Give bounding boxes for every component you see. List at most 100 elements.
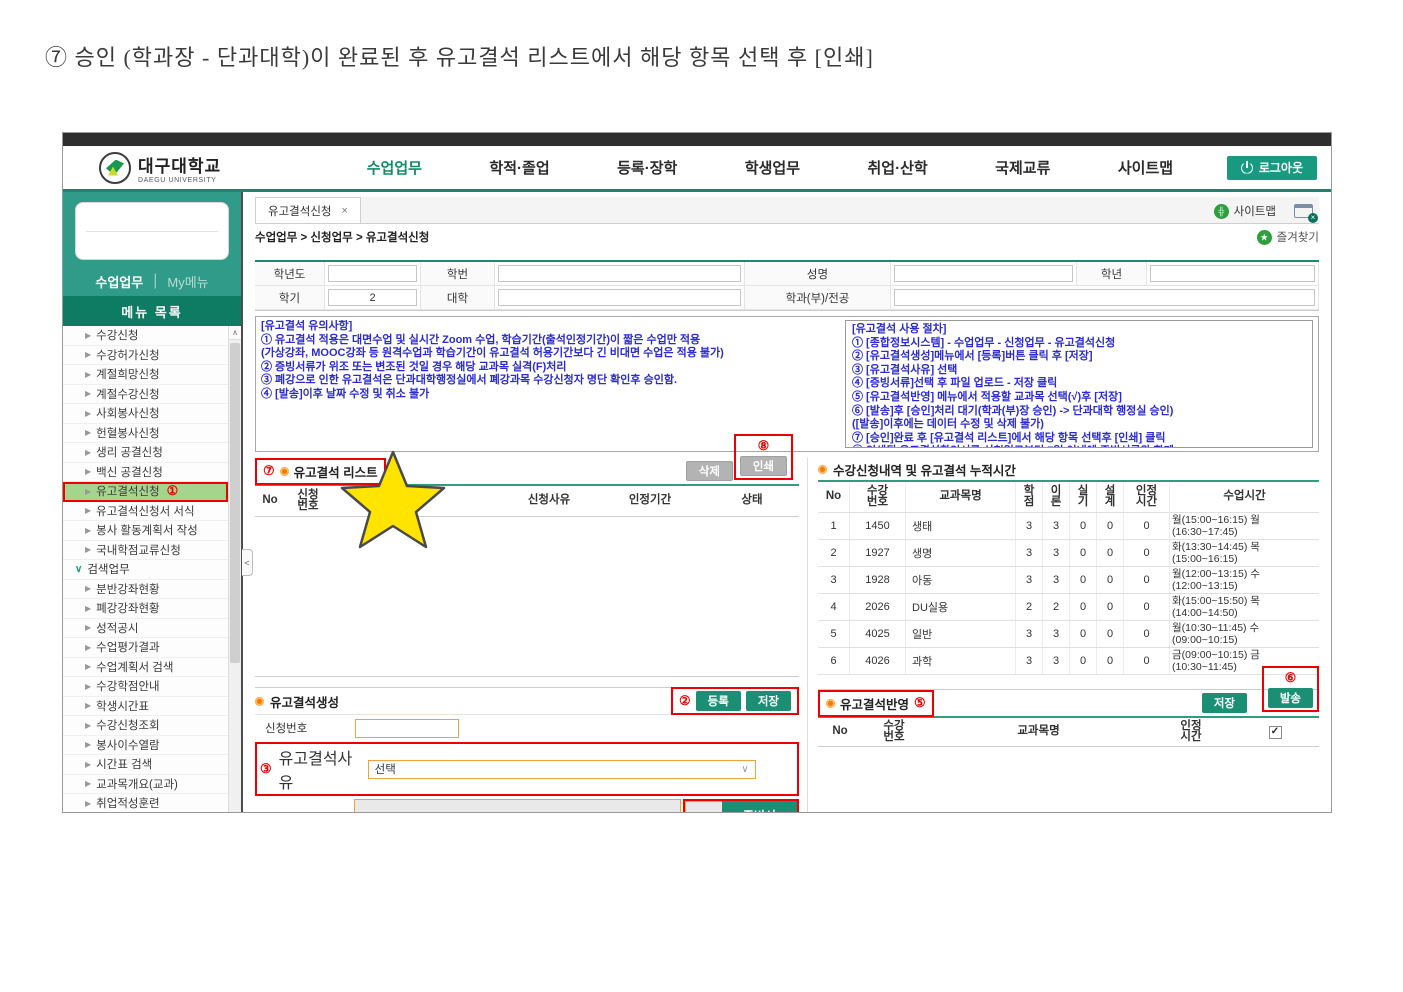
portal-window: 대구대학교 DAEGU UNIVERSITY 수업업무 학적·졸업 등록·장학 … bbox=[62, 132, 1332, 813]
sitemap-icon: ╬ bbox=[1214, 204, 1229, 219]
sidebar-tab-classwork[interactable]: 수업업무 bbox=[95, 272, 143, 291]
register-button[interactable]: 등록 bbox=[696, 691, 741, 711]
label-reason-type: 유고결석사유 bbox=[277, 745, 363, 793]
select-all-checkbox[interactable]: ✓ bbox=[1269, 726, 1282, 739]
student-info-form: 학년도 학번 성명 학년 학기 2 대학 학과(부)/전공 bbox=[255, 260, 1319, 311]
grade-input[interactable] bbox=[1150, 265, 1315, 282]
sidebar-item-course-registration[interactable]: ▶수강신청 bbox=[63, 326, 228, 346]
evidence-button[interactable]: 증빙서류 bbox=[722, 801, 797, 813]
label-name: 성명 bbox=[745, 262, 891, 286]
sidebar: 수업업무 | My메뉴 메뉴 목록 ▶수강신청 ▶수강허가신청 ▶계절희망신청 … bbox=[63, 192, 243, 813]
tab-close-icon[interactable]: × bbox=[341, 205, 347, 217]
nav-item-classwork[interactable]: 수업업무 bbox=[367, 157, 422, 178]
sidebar-item-menstrual-absence[interactable]: ▶생리 공결신청 bbox=[63, 443, 228, 463]
sidebar-item-division-lectures[interactable]: ▶분반강좌현황 bbox=[63, 580, 228, 600]
sidebar-item-registration-inquiry[interactable]: ▶수강신청조회 bbox=[63, 716, 228, 736]
name-input[interactable] bbox=[894, 265, 1073, 282]
sidebar-item-social-service[interactable]: ▶사회봉사신청 bbox=[63, 404, 228, 424]
sidebar-item-domestic-credit-exchange[interactable]: ▶국내학점교류신청 bbox=[63, 541, 228, 561]
close-all-windows-icon[interactable] bbox=[1294, 204, 1313, 218]
nav-item-registration[interactable]: 등록·장학 bbox=[617, 157, 677, 178]
sidebar-scrollbar[interactable]: ∧ bbox=[228, 326, 241, 813]
scroll-up-icon[interactable]: ∧ bbox=[229, 326, 241, 340]
apply-save-button[interactable]: 저장 bbox=[1202, 693, 1247, 713]
delete-button[interactable]: 삭제 bbox=[686, 461, 733, 481]
annotation-7: ⑦ bbox=[263, 463, 275, 479]
sidebar-item-vaccine-absence[interactable]: ▶백신 공결신청 bbox=[63, 463, 228, 483]
annotation-8: ⑧ bbox=[758, 438, 770, 454]
annotation-box-5: 유고결석반영 ⑤ bbox=[818, 690, 934, 717]
absence-list-table: No 신청 번호 신청사유 인정기간 상태 bbox=[255, 484, 799, 677]
top-navigation: 수업업무 학적·졸업 등록·장학 학생업무 취업·산학 국제교류 사이트맵 bbox=[293, 157, 1227, 178]
send-button[interactable]: 발송 bbox=[1268, 688, 1313, 708]
create-section-title: 유고결석생성 bbox=[270, 692, 339, 711]
reason-type-select[interactable]: 선택 ∨ bbox=[368, 760, 756, 779]
annotation-4: ④ bbox=[685, 801, 722, 813]
annotation-2: ② bbox=[679, 693, 691, 709]
label-semester: 학기 bbox=[255, 286, 325, 310]
sidebar-item-excused-absence-form[interactable]: ▶유고결석신청서 서식 bbox=[63, 502, 228, 522]
label-college: 대학 bbox=[421, 286, 495, 310]
sidebar-tab-mymenu[interactable]: My메뉴 bbox=[167, 272, 208, 291]
nav-item-student-affairs[interactable]: 학생업무 bbox=[745, 157, 800, 178]
absence-list-column: ⑦ 유고결석 리스트 삭제 ⑧ 인쇄 bbox=[255, 458, 807, 813]
sidebar-item-timetable-search[interactable]: ▶시간표 검색 bbox=[63, 755, 228, 775]
nav-item-career[interactable]: 취업·산학 bbox=[867, 157, 927, 178]
menu-list-header: 메뉴 목록 bbox=[63, 296, 241, 326]
enrollment-section-header: 수강신청내역 및 유고결석 누적시간 bbox=[818, 458, 1319, 480]
sidebar-item-seasonal-hope[interactable]: ▶계절희망신청 bbox=[63, 365, 228, 385]
sidebar-item-student-timetable[interactable]: ▶학생시간표 bbox=[63, 697, 228, 717]
favorite-link[interactable]: ★ 즐겨찾기 bbox=[1257, 229, 1319, 245]
sidebar-item-seasonal-registration[interactable]: ▶계절수강신청 bbox=[63, 385, 228, 405]
table-row: 11450생태33000월(15:00~16:15) 월(16:30~17:45… bbox=[818, 513, 1319, 540]
logo-subtitle: DAEGU UNIVERSITY bbox=[138, 177, 221, 184]
nav-item-international[interactable]: 국제교류 bbox=[995, 157, 1050, 178]
nav-item-records[interactable]: 학적·졸업 bbox=[489, 157, 549, 178]
sidebar-item-credit-guide[interactable]: ▶수강학점안내 bbox=[63, 677, 228, 697]
sidebar-item-career-training[interactable]: ▶취업적성훈련 bbox=[63, 794, 228, 813]
sidebar-item-course-overview[interactable]: ▶교과목개요(교과) bbox=[63, 775, 228, 795]
notice-precautions: [유고결석 유의사항] ① 유고결석 적용은 대면수업 및 실시간 Zoom 수… bbox=[261, 320, 839, 448]
table-row: 64026과학33000금(09:00~10:15) 금(10:30~11:45… bbox=[818, 648, 1319, 675]
sidebar-item-syllabus-search[interactable]: ▶수업계획서 검색 bbox=[63, 658, 228, 678]
sidebar-collapse-handle[interactable]: < bbox=[242, 549, 253, 576]
major-input[interactable] bbox=[894, 289, 1315, 306]
sidebar-section-search[interactable]: ∨검색업무 bbox=[63, 560, 228, 580]
section-bullet-icon bbox=[280, 467, 289, 476]
annotation-box-2: ② 등록 저장 bbox=[671, 687, 799, 715]
annotation-5: ⑤ bbox=[914, 695, 926, 711]
sidebar-item-excused-absence[interactable]: ▶유고결석신청① bbox=[63, 482, 228, 502]
enrollment-column: 수강신청내역 및 유고결석 누적시간 No 수강 번호 교과목명 학 점 이 론… bbox=[807, 458, 1319, 813]
college-input[interactable] bbox=[498, 289, 741, 306]
sidebar-item-course-permission[interactable]: ▶수강허가신청 bbox=[63, 346, 228, 366]
breadcrumb: 수업업무 > 신청업무 > 유고결석신청 bbox=[255, 229, 429, 245]
label-grade: 학년 bbox=[1077, 262, 1147, 286]
nav-item-sitemap[interactable]: 사이트맵 bbox=[1118, 157, 1173, 178]
annotation-box-6: ⑥ 발송 bbox=[1262, 666, 1319, 712]
login-info-box bbox=[75, 202, 229, 260]
sidebar-item-grade-announcement[interactable]: ▶성적공시 bbox=[63, 619, 228, 639]
sidebar-item-blood-donation[interactable]: ▶헌혈봉사신청 bbox=[63, 424, 228, 444]
year-input[interactable] bbox=[328, 265, 417, 282]
sidebar-item-volunteer-completion[interactable]: ▶봉사이수열람 bbox=[63, 736, 228, 756]
sitemap-link[interactable]: ╬ 사이트맵 bbox=[1214, 203, 1276, 219]
portal-header: 대구대학교 DAEGU UNIVERSITY 수업업무 학적·졸업 등록·장학 … bbox=[63, 146, 1331, 189]
scrollbar-thumb[interactable] bbox=[230, 343, 240, 663]
reason-textarea[interactable] bbox=[354, 799, 681, 813]
notice-panel: [유고결석 유의사항] ① 유고결석 적용은 대면수업 및 실시간 Zoom 수… bbox=[255, 316, 1319, 452]
logout-button[interactable]: 로그아웃 bbox=[1227, 156, 1317, 180]
tab-excused-absence[interactable]: 유고결석신청 × bbox=[255, 197, 361, 223]
student-id-input[interactable] bbox=[498, 265, 741, 282]
print-button[interactable]: 인쇄 bbox=[740, 456, 787, 476]
label-year: 학년도 bbox=[255, 262, 325, 286]
sidebar-item-closed-lectures[interactable]: ▶폐강강좌현황 bbox=[63, 599, 228, 619]
browser-top-strip bbox=[63, 133, 1331, 146]
university-logo: 대구대학교 DAEGU UNIVERSITY bbox=[63, 152, 293, 184]
chevron-down-icon: ∨ bbox=[741, 764, 748, 775]
apply-section-title: 유고결석반영 bbox=[840, 694, 909, 713]
sidebar-item-volunteer-plan[interactable]: ▶봉사 활동계획서 작성 bbox=[63, 521, 228, 541]
create-save-button[interactable]: 저장 bbox=[746, 691, 791, 711]
sidebar-item-course-evaluation[interactable]: ▶수업평가결과 bbox=[63, 638, 228, 658]
logo-title: 대구대학교 bbox=[138, 152, 221, 177]
request-no-input[interactable] bbox=[355, 719, 459, 738]
